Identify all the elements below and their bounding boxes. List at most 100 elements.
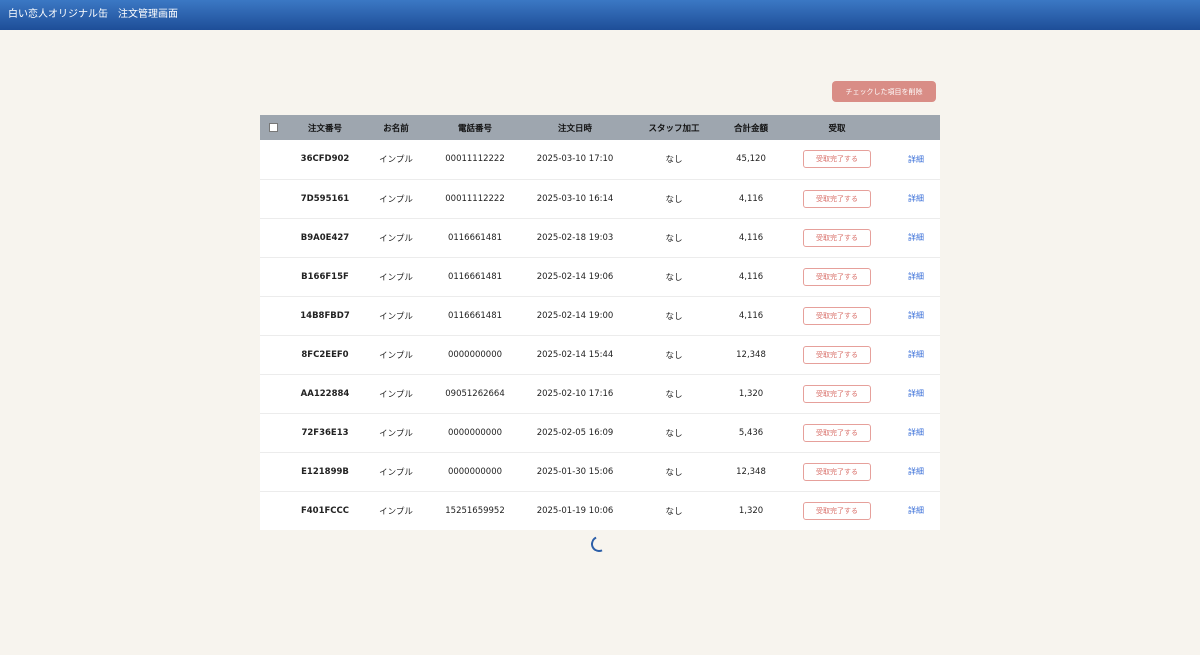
detail-cell: 詳細: [892, 374, 940, 413]
receive-complete-button[interactable]: 受取完了する: [803, 150, 871, 169]
detail-link[interactable]: 詳細: [908, 428, 924, 437]
row-checkbox-cell: [260, 257, 286, 296]
receive-cell: 受取完了する: [782, 413, 892, 452]
customer-name: インプル: [379, 233, 413, 244]
order-number: E121899B: [301, 466, 349, 477]
order-datetime: 2025-03-10 16:14: [536, 193, 614, 204]
detail-cell: 詳細: [892, 218, 940, 257]
phone-number: 0000000000: [447, 427, 503, 438]
receive-complete-button[interactable]: 受取完了する: [803, 501, 871, 520]
staff-processing: なし: [665, 194, 683, 205]
detail-link[interactable]: 詳細: [908, 155, 924, 164]
total-amount: 4,116: [738, 193, 764, 204]
row-checkbox-cell: [260, 179, 286, 218]
table-row: B9A0E427 インプル 0116661481 2025-02-18 19:03 なし…: [260, 218, 940, 257]
receive-complete-button[interactable]: 受取完了する: [803, 345, 871, 364]
delete-checked-button[interactable]: チェックした項目を削除: [832, 81, 936, 102]
top-bar: 白い恋人オリジナル缶 注文管理画面: [0, 0, 1200, 30]
table-row: 36CFD902 インプル 00011112222 2025-03-10 17:10 な…: [260, 140, 940, 179]
total-amount: 45,120: [736, 154, 766, 165]
detail-cell: 詳細: [892, 296, 940, 335]
detail-link[interactable]: 詳細: [908, 389, 924, 398]
receive-complete-button[interactable]: 受取完了する: [803, 189, 871, 208]
receive-cell: 受取完了する: [782, 179, 892, 218]
row-checkbox-cell: [260, 140, 286, 179]
receive-cell: 受取完了する: [782, 296, 892, 335]
order-number: 36CFD902: [300, 154, 350, 165]
total-amount: 12,348: [736, 466, 766, 477]
header-order-no: 注文番号: [307, 123, 342, 134]
table-row: AA122884 インプル 09051262664 2025-02-10 17:16 な…: [260, 374, 940, 413]
order-datetime: 2025-03-10 17:10: [536, 154, 614, 165]
receive-cell: 受取完了する: [782, 452, 892, 491]
customer-name: インプル: [379, 506, 413, 517]
row-checkbox-cell: [260, 413, 286, 452]
staff-processing: なし: [665, 233, 683, 244]
receive-cell: 受取完了する: [782, 140, 892, 179]
detail-link[interactable]: 詳細: [908, 272, 924, 281]
order-datetime: 2025-02-14 15:44: [536, 349, 614, 360]
total-amount: 1,320: [738, 505, 764, 516]
receive-complete-button[interactable]: 受取完了する: [803, 384, 871, 403]
order-number: AA122884: [300, 388, 350, 399]
row-checkbox-cell: [260, 374, 286, 413]
receive-complete-button[interactable]: 受取完了する: [803, 462, 871, 481]
phone-number: 0116661481: [447, 232, 503, 243]
detail-link[interactable]: 詳細: [908, 233, 924, 242]
header-phone: 電話番号: [457, 123, 492, 134]
header-staff: スタッフ加工: [648, 123, 700, 134]
header-detail: [892, 115, 940, 140]
detail-link[interactable]: 詳細: [908, 350, 924, 359]
order-datetime: 2025-02-05 16:09: [536, 427, 614, 438]
order-datetime: 2025-01-19 10:06: [536, 505, 614, 516]
order-number: 7D595161: [300, 193, 350, 204]
receive-complete-button[interactable]: 受取完了する: [803, 228, 871, 247]
staff-processing: なし: [665, 506, 683, 517]
detail-link[interactable]: 詳細: [908, 311, 924, 320]
order-datetime: 2025-02-14 19:00: [536, 310, 614, 321]
table-row: 7D595161 インプル 00011112222 2025-03-10 16:14 な…: [260, 179, 940, 218]
receive-complete-button[interactable]: 受取完了する: [803, 306, 871, 325]
select-all-checkbox[interactable]: [268, 122, 278, 132]
order-number: 72F36E13: [301, 427, 349, 438]
header-name: お名前: [383, 123, 409, 134]
detail-link[interactable]: 詳細: [908, 194, 924, 203]
phone-number: 09051262664: [445, 388, 505, 399]
total-amount: 12,348: [736, 349, 766, 360]
staff-processing: なし: [665, 389, 683, 400]
staff-processing: なし: [665, 311, 683, 322]
table-row: F401FCCC インプル 15251659952 2025-01-19 10:06 な…: [260, 491, 940, 530]
staff-processing: なし: [665, 155, 683, 166]
receive-complete-button[interactable]: 受取完了する: [803, 267, 871, 286]
table-row: B166F15F インプル 0116661481 2025-02-14 19:06 なし…: [260, 257, 940, 296]
row-checkbox-cell: [260, 218, 286, 257]
detail-cell: 詳細: [892, 140, 940, 179]
receive-cell: 受取完了する: [782, 218, 892, 257]
customer-name: インプル: [379, 155, 413, 166]
phone-number: 15251659952: [445, 505, 505, 516]
total-amount: 4,116: [738, 232, 764, 243]
customer-name: インプル: [379, 194, 413, 205]
row-checkbox-cell: [260, 296, 286, 335]
receive-complete-button[interactable]: 受取完了する: [803, 423, 871, 442]
total-amount: 4,116: [738, 271, 764, 282]
detail-cell: 詳細: [892, 413, 940, 452]
detail-link[interactable]: 詳細: [908, 467, 924, 476]
total-amount: 5,436: [738, 427, 764, 438]
header-select-all[interactable]: [260, 115, 286, 140]
table-header-row: 注文番号 お名前 電話番号 注文日時 スタッフ加工 合計金額 受取: [260, 115, 940, 140]
order-number: B9A0E427: [300, 232, 350, 243]
header-receive: 受取: [828, 123, 846, 134]
staff-processing: なし: [665, 467, 683, 478]
detail-cell: 詳細: [892, 179, 940, 218]
customer-name: インプル: [379, 467, 413, 478]
header-total: 合計金額: [733, 123, 768, 134]
total-amount: 1,320: [738, 388, 764, 399]
loading-spinner: [588, 533, 610, 555]
detail-link[interactable]: 詳細: [908, 506, 924, 515]
table-row: 8FC2EEF0 インプル 0000000000 2025-02-14 15:44 なし…: [260, 335, 940, 374]
detail-cell: 詳細: [892, 335, 940, 374]
phone-number: 0000000000: [447, 466, 503, 477]
receive-cell: 受取完了する: [782, 491, 892, 530]
order-datetime: 2025-01-30 15:06: [536, 466, 614, 477]
